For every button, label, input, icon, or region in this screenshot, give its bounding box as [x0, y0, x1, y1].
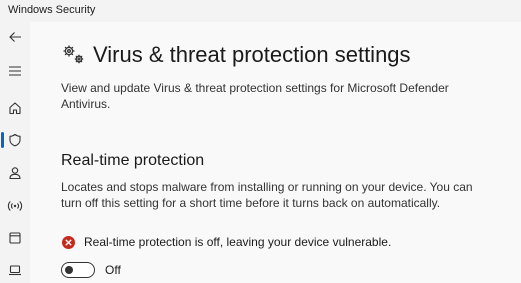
- page-title: Virus & threat protection settings: [93, 42, 411, 67]
- realtime-warning: Real-time protection is off, leaving you…: [62, 235, 391, 249]
- laptop-icon: [9, 265, 21, 276]
- toggle-state-label: Off: [105, 263, 121, 277]
- back-button[interactable]: [4, 26, 26, 48]
- person-icon: [9, 167, 21, 180]
- toggle-knob: [65, 266, 73, 274]
- gears-icon: [63, 45, 84, 64]
- home-icon: [9, 102, 21, 115]
- nav-item-account-protection[interactable]: [4, 162, 26, 184]
- warning-message: Real-time protection is off, leaving you…: [84, 235, 392, 249]
- nav-item-virus-threat-protection[interactable]: [4, 129, 26, 151]
- realtime-protection-toggle[interactable]: [61, 262, 95, 278]
- hamburger-menu-icon: [9, 66, 21, 76]
- wireless-antenna-icon: [7, 201, 23, 211]
- window-title: Windows Security: [8, 4, 96, 16]
- realtime-toggle-row: Off: [61, 262, 121, 278]
- app-browser-icon: [9, 232, 21, 244]
- nav-item-device-security[interactable]: [4, 259, 26, 281]
- windows-security-window: Windows Security Virus & threat protecti…: [0, 0, 521, 283]
- main-content: Virus & threat protection settings View …: [30, 22, 521, 283]
- nav-item-firewall-network[interactable]: [4, 195, 26, 217]
- page-description: View and update Virus & threat protectio…: [61, 81, 449, 111]
- nav-item-home[interactable]: [4, 97, 26, 119]
- nav-rail: [0, 22, 30, 283]
- back-arrow-icon: [9, 32, 21, 42]
- page-header: Virus & threat protection settings: [61, 42, 411, 68]
- realtime-protection-description: Locates and stops malware from installin…: [61, 180, 473, 210]
- nav-item-app-browser-control[interactable]: [4, 227, 26, 249]
- menu-button[interactable]: [4, 60, 26, 82]
- error-icon: [62, 235, 75, 249]
- shield-icon: [9, 133, 21, 147]
- realtime-protection-heading: Real-time protection: [61, 152, 205, 169]
- title-bar: Windows Security: [0, 0, 521, 22]
